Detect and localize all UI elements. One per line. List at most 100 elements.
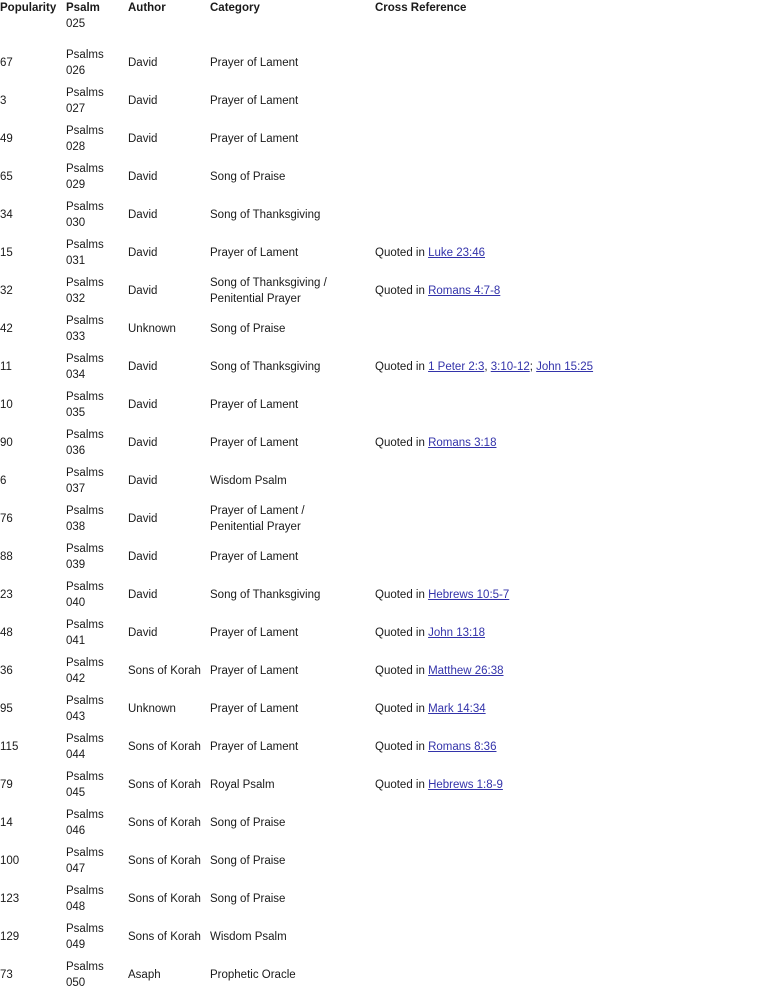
cross-reference-link[interactable]: Matthew 26:38 [428, 665, 503, 677]
cell-author: Sons of Korah [128, 779, 201, 791]
quoted-in-label: Quoted in [375, 779, 429, 791]
cell-popularity: 88 [0, 551, 13, 563]
column-header-popularity: Popularity [0, 2, 57, 14]
cell-psalm: Psalms 043 [66, 690, 128, 728]
cell-cross-reference [375, 880, 772, 918]
table-row: 23 Psalms 040 David Song of Thanksgiving Quot… [0, 576, 772, 614]
cell-popularity: 100 [0, 855, 20, 867]
cell-author: David [128, 133, 158, 145]
cell-cross-reference: Quoted in Romans 3:18 [375, 424, 772, 462]
cell-cross-reference [375, 120, 772, 158]
cell-cross-reference [375, 462, 772, 500]
psalm-book: Psalms [66, 87, 104, 99]
cell-author: David [128, 57, 158, 69]
psalm-number: 033 [66, 331, 86, 343]
category-line: Prayer of Lament [210, 95, 299, 107]
cell-popularity: 65 [0, 171, 13, 183]
psalm-book: Psalms [66, 429, 104, 441]
cell-psalm: Psalms 033 [66, 310, 128, 348]
cell-category: Prayer of Lament [210, 234, 375, 272]
cell-author: David [128, 399, 158, 411]
header-row: Popularity Psalm Author Category Cross R… [0, 0, 772, 16]
cell-cross-reference [375, 310, 772, 348]
psalm-book: Psalms [66, 733, 104, 745]
cell-author: Sons of Korah [128, 931, 201, 943]
table-row: 10 Psalms 035 David Prayer of Lament [0, 386, 772, 424]
cell-popularity: 73 [0, 969, 13, 981]
cell-psalm: Psalms 038 [66, 500, 128, 538]
cell-popularity: 14 [0, 817, 13, 829]
cell-category: Prayer of Lament [210, 690, 375, 728]
psalm-number: 041 [66, 635, 86, 647]
psalm-number: 037 [66, 483, 86, 495]
cell-author: Sons of Korah [128, 741, 201, 753]
quoted-in-label: Quoted in [375, 703, 429, 715]
cell-popularity: 11 [0, 361, 12, 373]
psalm-number: 050 [66, 977, 86, 989]
cross-reference-link[interactable]: Hebrews 1:8-9 [428, 779, 503, 791]
table-row: 100 Psalms 047 Sons of Korah Song of Praise [0, 842, 772, 880]
cell-category: Prayer of Lament [210, 652, 375, 690]
cell-author: David [128, 437, 158, 449]
cross-reference-link[interactable]: John 13:18 [428, 627, 485, 639]
quoted-in-label: Quoted in [375, 285, 429, 297]
cell-cross-reference: Quoted in Hebrews 10:5-7 [375, 576, 772, 614]
cross-reference-link[interactable]: 1 Peter 2:3 [428, 361, 484, 373]
psalm-number: 039 [66, 559, 86, 571]
cross-reference-link[interactable]: Mark 14:34 [428, 703, 486, 715]
table-row: 90 Psalms 036 David Prayer of Lament Quoted i… [0, 424, 772, 462]
table-row: 65 Psalms 029 David Song of Praise [0, 158, 772, 196]
cell-psalm: Psalms 050 [66, 956, 128, 994]
psalm-number: 036 [66, 445, 86, 457]
cell-popularity: 79 [0, 779, 13, 791]
cross-reference-link[interactable]: Romans 8:36 [428, 741, 496, 753]
cell-category: Song of Thanksgiving / Penitential Prayer [210, 272, 375, 310]
cell-psalm: Psalms 040 [66, 576, 128, 614]
cell-cross-reference [375, 804, 772, 842]
psalm-number: 028 [66, 141, 86, 153]
psalm-number: 029 [66, 179, 86, 191]
cell-popularity: 6 [0, 475, 7, 487]
cell-category: Wisdom Psalm [210, 462, 375, 500]
cross-reference-link[interactable]: Romans 4:7-8 [428, 285, 500, 297]
cell-author: David [128, 361, 158, 373]
table-header: Popularity Psalm Author Category Cross R… [0, 0, 772, 16]
table-row: 48 Psalms 041 David Prayer of Lament Quoted i… [0, 614, 772, 652]
cross-reference-link[interactable]: Hebrews 10:5-7 [428, 589, 509, 601]
table-row: 34 Psalms 030 David Song of Thanksgiving [0, 196, 772, 234]
psalm-book: Psalms [66, 961, 104, 973]
cell-author: Unknown [128, 703, 176, 715]
psalm-book: Psalms [66, 467, 104, 479]
quoted-in-label: Quoted in [375, 247, 429, 259]
cell-psalm: Psalms 026 [66, 44, 128, 82]
category-line: Song of Praise [210, 817, 286, 829]
psalm-number: 048 [66, 901, 86, 913]
psalm-number: 025 [66, 18, 86, 30]
cell-author: David [128, 589, 158, 601]
cell-category: Prayer of Lament [210, 82, 375, 120]
cell-psalm: Psalms 039 [66, 538, 128, 576]
psalm-book: Psalms [66, 619, 104, 631]
psalm-book: Psalms [66, 581, 104, 593]
category-line: Song of Praise [210, 855, 286, 867]
category-line: Prayer of Lament [210, 703, 299, 715]
cell-psalm: Psalms 032 [66, 272, 128, 310]
cross-reference-link[interactable]: John 15:25 [536, 361, 593, 373]
cell-psalm: Psalms 027 [66, 82, 128, 120]
cell-popularity: 76 [0, 513, 13, 525]
cell-category: Prayer of Lament [210, 120, 375, 158]
cross-reference-link[interactable]: Romans 3:18 [428, 437, 496, 449]
cross-reference-link[interactable]: Luke 23:46 [428, 247, 485, 259]
psalm-number: 035 [66, 407, 86, 419]
category-line: Song of Thanksgiving [210, 589, 321, 601]
cell-author: David [128, 551, 158, 563]
table-row: 88 Psalms 039 David Prayer of Lament [0, 538, 772, 576]
cell-category: Royal Psalm [210, 766, 375, 804]
cell-category: Song of Thanksgiving [210, 196, 375, 234]
cross-reference-link[interactable]: 3:10-12 [491, 361, 530, 373]
category-line: Penitential Prayer [210, 521, 301, 533]
column-header-psalm: Psalm [66, 2, 100, 14]
category-line: Prayer of Lament [210, 551, 299, 563]
cell-category: Song of Praise [210, 880, 375, 918]
psalm-book: Psalms [66, 125, 104, 137]
